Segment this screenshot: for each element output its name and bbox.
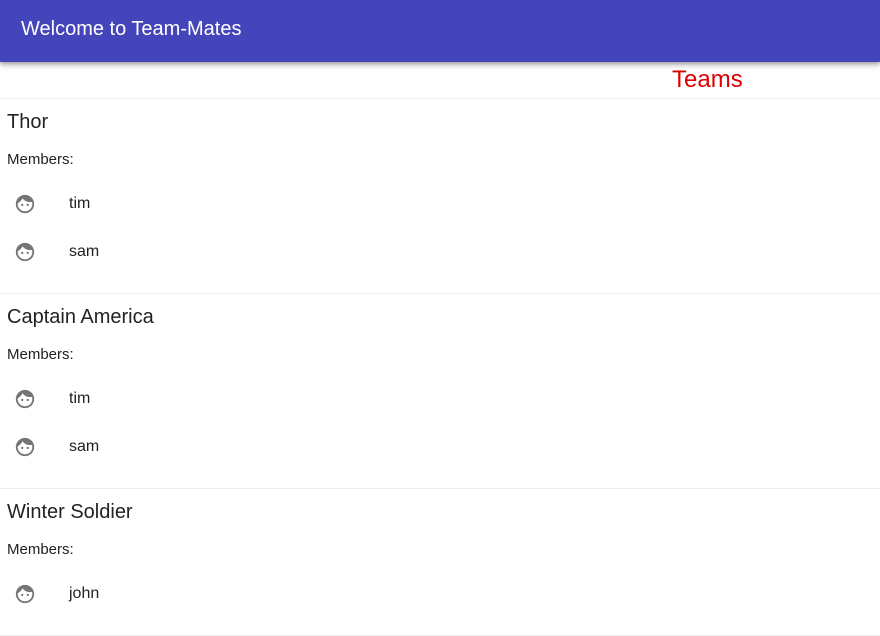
face-icon bbox=[14, 583, 36, 605]
app-toolbar: Welcome to Team-Mates bbox=[0, 0, 880, 62]
member-name: tim bbox=[69, 390, 91, 407]
face-icon bbox=[14, 193, 36, 215]
members-label: Members: bbox=[7, 346, 74, 363]
app-title: Welcome to Team-Mates bbox=[21, 17, 242, 40]
team-name: Winter Soldier bbox=[7, 501, 133, 523]
face-icon bbox=[14, 436, 36, 458]
member-name: john bbox=[69, 585, 100, 602]
member-list-item[interactable]: tim bbox=[0, 180, 880, 228]
members-label: Members: bbox=[7, 541, 74, 558]
member-name: sam bbox=[69, 438, 100, 455]
member-list-item[interactable]: john bbox=[0, 570, 880, 618]
team-card: Thor Members: tim sam bbox=[0, 99, 880, 294]
face-icon bbox=[14, 388, 36, 410]
team-name: Captain America bbox=[7, 306, 154, 328]
member-name: sam bbox=[69, 243, 100, 260]
member-list-item[interactable]: tim bbox=[0, 375, 880, 423]
face-icon bbox=[14, 241, 36, 263]
team-name: Thor bbox=[7, 111, 49, 133]
members-label: Members: bbox=[7, 151, 74, 168]
team-list: Thor Members: tim sam Captain America Members… bbox=[0, 99, 880, 636]
team-card: Captain America Members: tim sam bbox=[0, 294, 880, 489]
member-list-item[interactable]: sam bbox=[0, 423, 880, 471]
section-title: Teams bbox=[672, 66, 743, 93]
member-list-item[interactable]: sam bbox=[0, 228, 880, 276]
member-name: tim bbox=[69, 195, 91, 212]
team-card: Winter Soldier Members: john bbox=[0, 489, 880, 636]
